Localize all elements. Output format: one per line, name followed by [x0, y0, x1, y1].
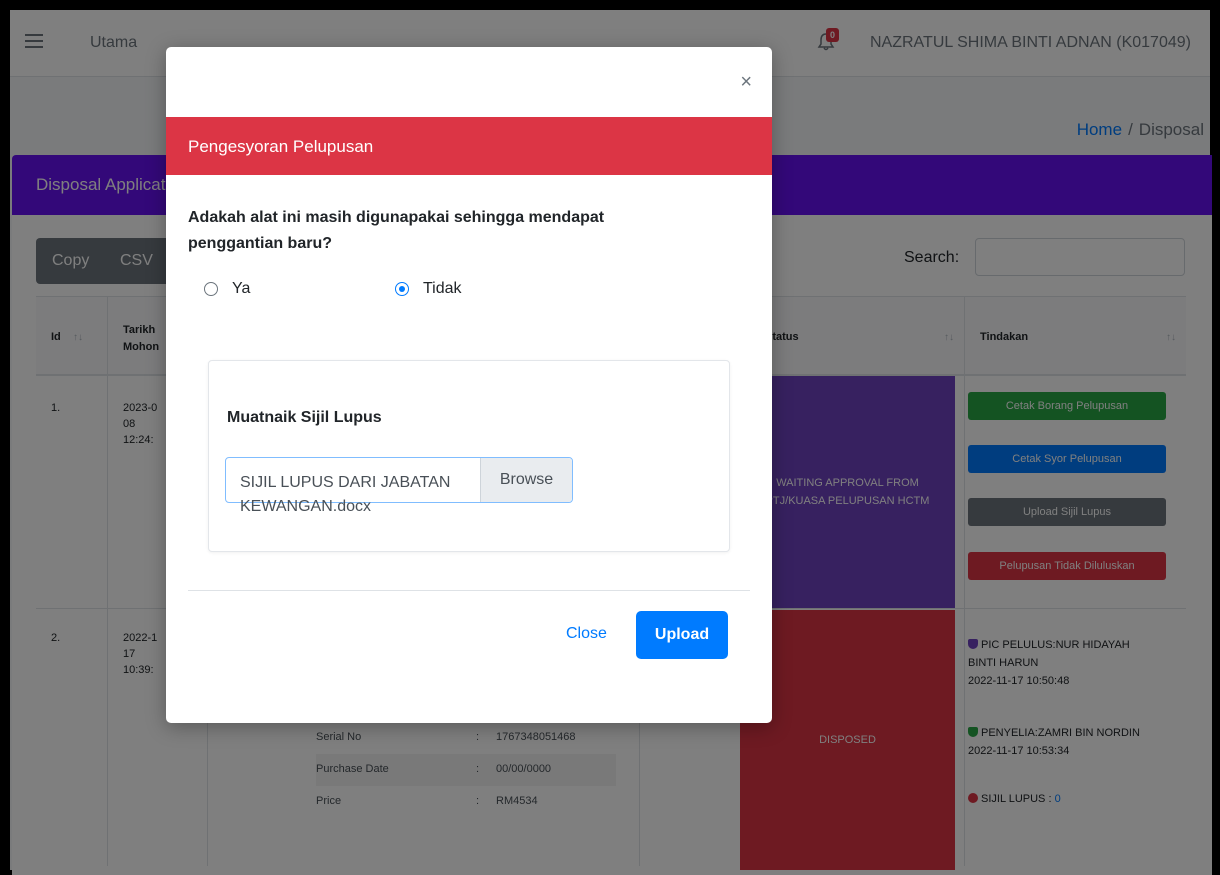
radio-tidak-circle[interactable] [395, 282, 409, 296]
radio-ya-label: Ya [232, 280, 251, 297]
upload-card-title: Muatnaik Sijil Lupus [227, 409, 382, 426]
radio-tidak[interactable]: Tidak [395, 280, 462, 298]
question-line2: penggantian baru? [188, 235, 332, 252]
modal-title: Pengesyoran Pelupusan [188, 137, 374, 156]
question-line1: Adakah alat ini masih digunapakai sehing… [188, 209, 605, 226]
radio-tidak-label: Tidak [423, 280, 462, 297]
file-name-l2: KEWANGAN.docx [240, 498, 371, 515]
close-icon[interactable]: × [740, 71, 752, 94]
file-name-l1: SIJIL LUPUS DARI JABATAN [240, 474, 451, 491]
file-input[interactable]: SIJIL LUPUS DARI JABATAN KEWANGAN.docx Br… [225, 457, 573, 515]
modal-footer-divider [188, 590, 750, 591]
close-button[interactable]: Close [566, 625, 607, 643]
selected-file-name: SIJIL LUPUS DARI JABATAN KEWANGAN.docx [240, 471, 480, 519]
disposal-recommendation-modal: × Pengesyoran Pelupusan Adakah alat ini … [166, 47, 772, 723]
upload-button[interactable]: Upload [636, 611, 728, 659]
radio-ya[interactable]: Ya [204, 280, 250, 298]
browse-button[interactable]: Browse [480, 458, 572, 502]
radio-ya-circle[interactable] [204, 282, 218, 296]
modal-header: Pengesyoran Pelupusan [166, 117, 772, 175]
modal-question: Adakah alat ini masih digunapakai sehing… [188, 205, 728, 257]
upload-certificate-card: Muatnaik Sijil Lupus SIJIL LUPUS DARI JA… [208, 360, 730, 552]
